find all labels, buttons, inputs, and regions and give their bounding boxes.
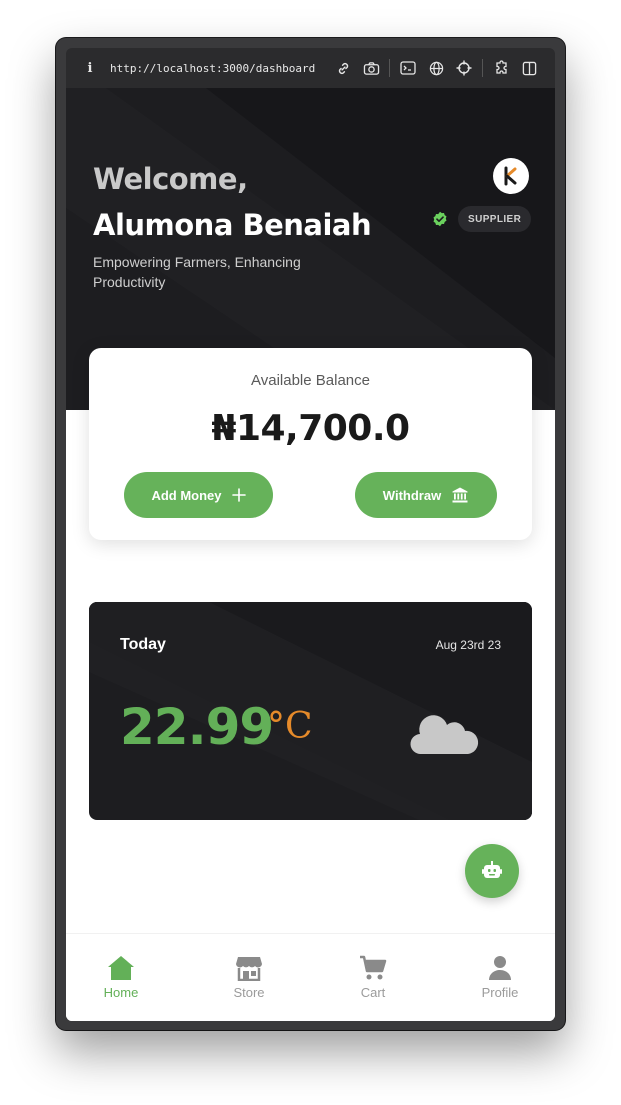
sidebar-toggle-icon[interactable] (519, 58, 539, 78)
store-icon (236, 957, 262, 981)
toolbar-divider (482, 59, 484, 77)
browser-toolbar: i http://localhost:3000/dashboard (66, 48, 555, 88)
person-icon (489, 956, 511, 980)
plus-icon (231, 488, 246, 502)
withdraw-button[interactable]: Withdraw (355, 472, 497, 518)
tagline: Empowering Farmers, Enhancing Productivi… (93, 254, 301, 290)
nav-item-home[interactable]: Home (76, 954, 166, 1000)
weather-card: Today Aug 23rd 23 22.99 °C (89, 602, 532, 820)
avatar[interactable] (493, 158, 529, 194)
add-money-button[interactable]: Add Money (124, 472, 273, 518)
withdraw-label: Withdraw (382, 487, 442, 503)
info-icon[interactable]: i (82, 61, 98, 76)
nav-label-store: Store (233, 985, 265, 1000)
cart-icon (360, 955, 387, 980)
temperature-unit: °C (267, 706, 313, 747)
home-icon (108, 956, 134, 980)
globe-icon[interactable] (426, 58, 446, 78)
nav-item-cart[interactable]: Cart (328, 954, 418, 1000)
address-bar[interactable]: http://localhost:3000/dashboard (110, 62, 315, 75)
nav-label-profile: Profile (481, 985, 519, 1000)
camera-icon[interactable] (361, 58, 381, 78)
role-badge: SUPPLIER (458, 206, 532, 232)
terminal-icon[interactable] (398, 58, 418, 78)
balance-label: Available Balance (251, 372, 370, 389)
toolbar-divider (389, 59, 391, 77)
link-icon[interactable] (333, 58, 353, 78)
add-money-label: Add Money (151, 487, 222, 503)
nav-item-store[interactable]: Store (204, 954, 294, 1000)
welcome-heading: Welcome, (93, 162, 248, 196)
nav-item-profile[interactable]: Profile (455, 954, 545, 1000)
nav-label-home: Home (103, 985, 139, 1000)
app-screen: Welcome, Alumona Benaiah Empowering Farm… (66, 88, 555, 1021)
verified-icon (433, 211, 447, 227)
temperature-value: 22.99 (120, 698, 274, 756)
avatar-logo-icon (504, 166, 517, 186)
cloud-icon (410, 715, 479, 755)
balance-card: Available Balance ₦14,700.0 Add Money Wi… (89, 348, 532, 540)
user-name: Alumona Benaiah (93, 208, 372, 242)
weather-date: Aug 23rd 23 (435, 638, 501, 652)
extensions-icon[interactable] (491, 58, 511, 78)
crosshair-icon[interactable] (454, 58, 474, 78)
robot-icon (482, 861, 502, 878)
bank-icon (452, 487, 468, 503)
nav-label-cart: Cart (360, 985, 386, 1000)
weather-day-label: Today (120, 636, 166, 653)
chatbot-button[interactable] (465, 844, 519, 898)
balance-amount: ₦14,700.0 (211, 408, 410, 449)
bottom-navigation: Home Store Cart Profile (66, 933, 555, 1021)
